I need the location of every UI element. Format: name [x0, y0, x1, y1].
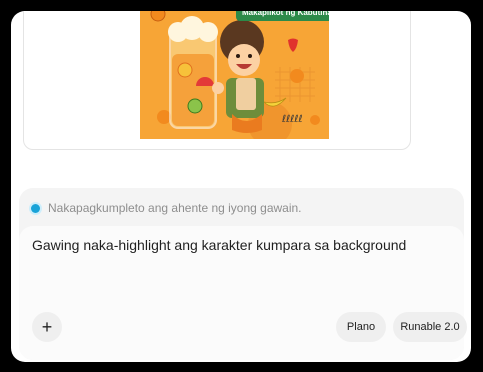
generated-illustration[interactable]: ℓℓℓℓℓ Makapilkot ng Kabutihan! — [140, 11, 329, 139]
model-selector-button[interactable]: Runable 2.0 — [393, 312, 467, 342]
prompt-text[interactable]: Gawing naka-highlight ang karakter kumpa… — [32, 237, 432, 253]
status-text: Nakapagkumpleto ang ahente ng iyong gawa… — [48, 201, 302, 215]
image-badge: Makapilkot ng Kabutihan! — [236, 11, 329, 21]
plus-icon: + — [41, 317, 53, 337]
add-attachment-button[interactable]: + — [32, 312, 62, 342]
plan-button[interactable]: Plano — [336, 312, 386, 342]
status-dot-icon — [31, 203, 40, 213]
svg-text:ℓℓℓℓℓ: ℓℓℓℓℓ — [282, 114, 303, 125]
generated-image-card: ℓℓℓℓℓ Makapilkot ng Kabutihan! — [23, 11, 411, 150]
chat-composer: Nakapagkumpleto ang ahente ng iyong gawa… — [19, 188, 467, 360]
cartoon-character-illustration: ℓℓℓℓℓ — [150, 11, 320, 139]
agent-status: Nakapagkumpleto ang ahente ng iyong gawa… — [31, 200, 302, 216]
prompt-input-area[interactable]: Gawing naka-highlight ang karakter kumpa… — [19, 226, 467, 360]
app-window: ℓℓℓℓℓ Makapilkot ng Kabutihan! Nakapagku… — [11, 11, 471, 362]
